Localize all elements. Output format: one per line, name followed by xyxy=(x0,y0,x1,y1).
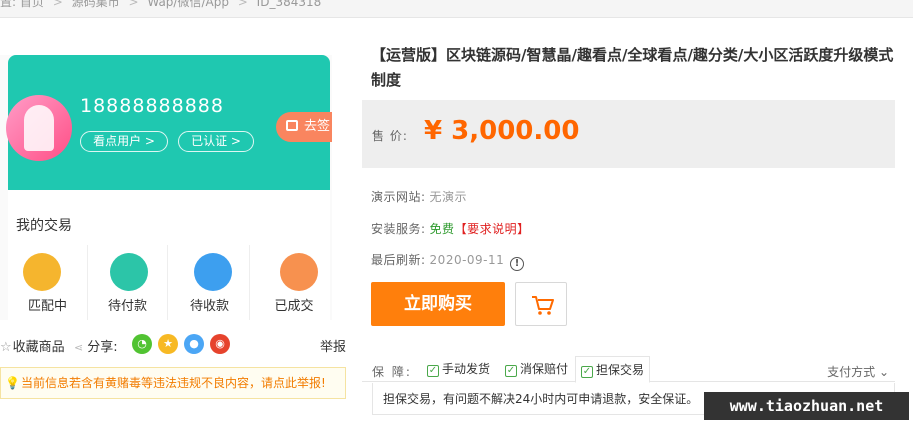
avatar xyxy=(6,95,72,161)
qq-icon[interactable]: ● xyxy=(184,334,204,354)
guarantee-tab-compensation[interactable]: ✓ 消保赔付 xyxy=(500,356,573,382)
share-bar: ☆收藏商品 ⋖ 分享: ◔ ★ ● ◉ 举报 xyxy=(0,334,346,356)
breadcrumb-separator: > xyxy=(52,0,63,9)
weibo-icon[interactable]: ◉ xyxy=(210,334,230,354)
check-icon: ✓ xyxy=(505,365,517,377)
check-icon: ✓ xyxy=(581,366,593,378)
guarantee-tabs: 保 障: ✓ 手动发货 ✓ 消保赔付 ✓ 担保交易 支付方式 ⌄ xyxy=(362,356,895,383)
notice-text: 当前信息若含有黄赌毒等违法违规不良内容，请点此举报! xyxy=(21,376,326,390)
install-service-label: 安装服务: xyxy=(371,222,426,236)
last-refresh-row: 最后刷新: 2020-09-11! xyxy=(371,251,525,271)
breadcrumb-separator: > xyxy=(237,0,248,9)
add-to-cart-button[interactable] xyxy=(515,282,567,326)
demo-site-value: 无演示 xyxy=(429,190,468,204)
breadcrumb-item-category[interactable]: Wap/微信/App xyxy=(147,0,229,9)
gift-icon xyxy=(286,120,298,131)
buy-now-button[interactable]: 立即购买 xyxy=(371,282,505,326)
price-value: ¥ 3,000.00 xyxy=(424,116,580,146)
preview-trade-grid: 匹配中 待付款 待收款 已成交 xyxy=(8,245,330,320)
chevron-down-icon: ⌄ xyxy=(878,365,889,379)
pay-method-label: 支付方式 xyxy=(827,365,876,379)
qzone-icon[interactable]: ★ xyxy=(158,334,178,354)
trade-item: 待付款 xyxy=(88,245,168,320)
share-label: 分享: xyxy=(87,340,118,355)
guarantee-tab-escrow[interactable]: ✓ 担保交易 xyxy=(575,356,651,383)
trade-item-label: 待收款 xyxy=(189,299,229,314)
trade-item: 已成交 xyxy=(254,245,332,320)
demo-site-row: 演示网站: 无演示 xyxy=(371,188,467,205)
cart-icon xyxy=(532,296,554,315)
calendar-icon xyxy=(280,253,318,291)
breadcrumb-item-home[interactable]: 首页 xyxy=(20,0,44,9)
breadcrumb: 置: 首页 > 源码集市 > Wap/微信/App > ID_384318 xyxy=(0,0,321,10)
install-requirements-link[interactable]: 【要求说明】 xyxy=(455,222,530,236)
share-icon: ⋖ xyxy=(74,341,84,354)
guarantee-item-label: 手动发货 xyxy=(442,362,491,376)
product-preview-image[interactable]: 18888888888 看点用户 > 已认证 > 去签 我的交易 匹配中 待付款… xyxy=(0,55,332,320)
trade-item: 待收款 xyxy=(170,245,250,320)
trade-item-label: 匹配中 xyxy=(27,299,67,314)
preview-checkin-badge: 去签 xyxy=(276,112,332,142)
last-refresh-value: 2020-09-11 xyxy=(429,253,505,267)
install-service-value: 免费 xyxy=(429,222,455,236)
money-bag-icon xyxy=(110,253,148,291)
install-service-row: 安装服务: 免费【要求说明】 xyxy=(371,220,530,237)
breadcrumb-bar: 置: 首页 > 源码集市 > Wap/微信/App > ID_384318 xyxy=(0,0,913,18)
product-title: 【运营版】区块链源码/智慧晶/趣看点/全球看点/趣分类/大小区活跃度升级模式制度 xyxy=(371,46,894,89)
guarantee-item-label: 消保赔付 xyxy=(520,362,569,376)
guarantee-tab-manual-delivery[interactable]: ✓ 手动发货 xyxy=(422,356,495,382)
share-label-wrap: ⋖ 分享: xyxy=(74,336,118,355)
info-icon[interactable]: ! xyxy=(510,257,525,271)
guarantee-item-label: 担保交易 xyxy=(596,363,645,377)
last-refresh-label: 最后刷新: xyxy=(371,253,426,267)
report-notice[interactable]: 💡 当前信息若含有黄赌毒等违法违规不良内容，请点此举报! xyxy=(0,367,346,399)
price-box: 售 价: ¥ 3,000.00 xyxy=(362,100,895,168)
site-watermark: www.tiaozhuan.net xyxy=(704,392,909,420)
trade-item-label: 已成交 xyxy=(274,299,314,314)
lightbulb-icon: 💡 xyxy=(5,376,20,390)
breadcrumb-item-market[interactable]: 源码集市 xyxy=(72,0,120,9)
breadcrumb-item-id: ID_384318 xyxy=(256,0,322,9)
preview-header: 18888888888 看点用户 > 已认证 > 去签 xyxy=(6,55,332,190)
breadcrumb-prefix: 置: xyxy=(0,0,17,9)
trade-item: 匹配中 xyxy=(8,245,88,320)
favorite-button[interactable]: ☆收藏商品 xyxy=(0,336,65,355)
wechat-icon[interactable]: ◔ xyxy=(132,334,152,354)
breadcrumb-separator: > xyxy=(128,0,139,9)
report-link[interactable]: 举报 xyxy=(320,336,346,355)
favorite-label: 收藏商品 xyxy=(12,340,65,355)
chart-icon xyxy=(194,253,232,291)
preview-phone-number: 18888888888 xyxy=(80,95,224,117)
trade-item-label: 待付款 xyxy=(107,299,147,314)
guarantee-label: 保 障: xyxy=(372,365,412,379)
pay-method-dropdown[interactable]: 支付方式 ⌄ xyxy=(827,363,889,380)
shield-icon xyxy=(23,253,61,291)
preview-checkin-label: 去签 xyxy=(304,119,331,134)
demo-site-label: 演示网站: xyxy=(371,190,426,204)
preview-user-tag: 看点用户 > xyxy=(80,131,168,152)
price-label: 售 价: xyxy=(372,129,408,143)
preview-section-title: 我的交易 xyxy=(16,218,72,234)
star-icon: ☆ xyxy=(0,340,12,355)
preview-verified-tag: 已认证 > xyxy=(178,131,254,152)
check-icon: ✓ xyxy=(427,365,439,377)
